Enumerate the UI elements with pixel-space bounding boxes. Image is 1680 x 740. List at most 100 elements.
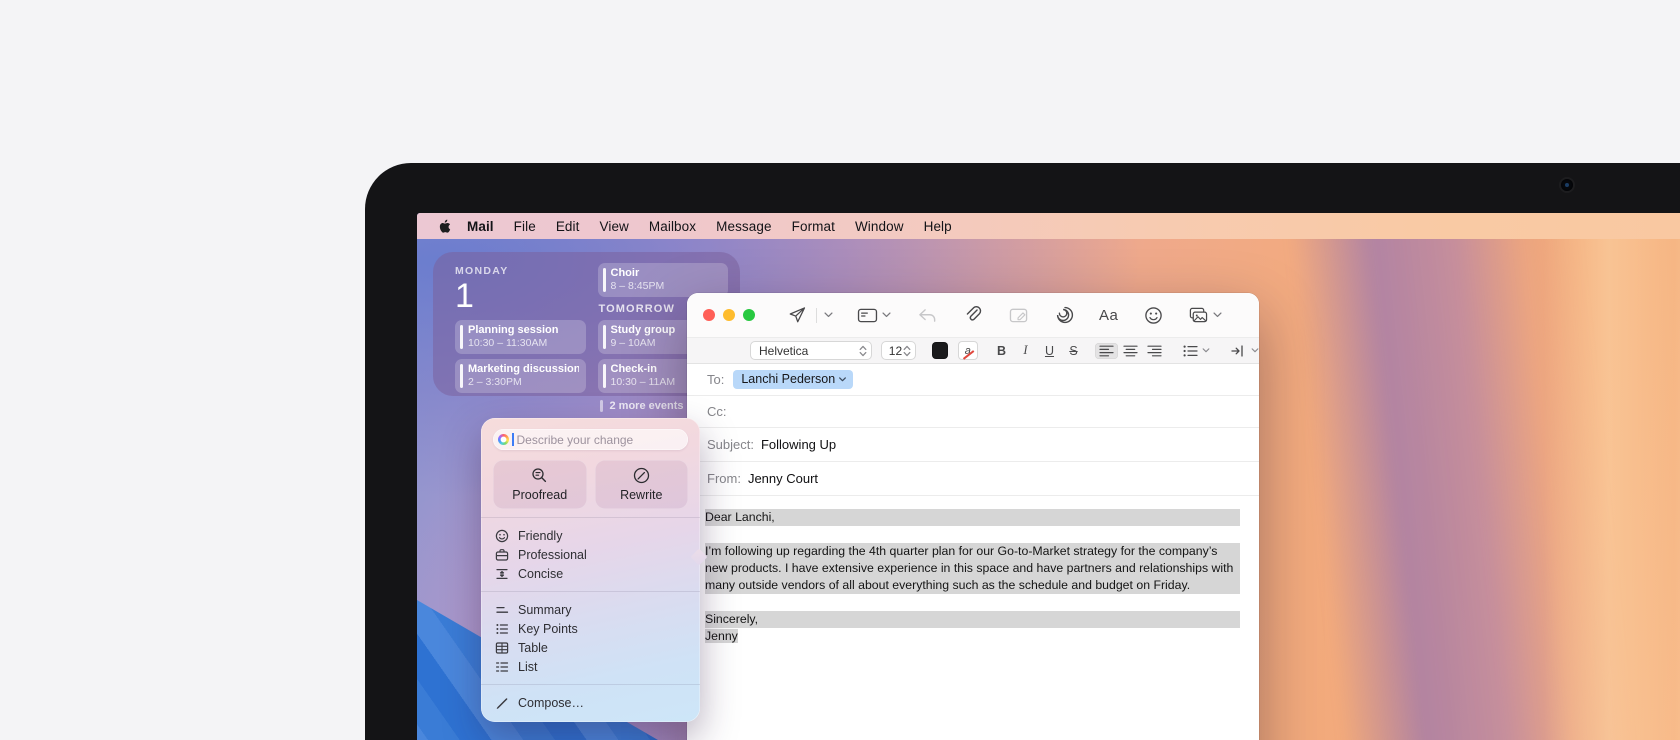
subject-value: Following Up xyxy=(761,437,836,452)
reply-button xyxy=(917,307,937,324)
paperclip-icon xyxy=(964,305,982,325)
to-label: To: xyxy=(707,372,724,387)
compose-pencil-icon xyxy=(495,696,509,710)
item-label: Professional xyxy=(518,548,587,562)
body-signature: Jenny xyxy=(705,629,738,643)
align-center-icon xyxy=(1123,345,1138,357)
header-fields-button[interactable] xyxy=(857,307,891,324)
page-background: Mail File Edit View Mailbox Message Form… xyxy=(0,0,1680,740)
format-button[interactable]: Aa xyxy=(1099,307,1118,324)
describe-change-field[interactable] xyxy=(493,429,688,450)
attach-button[interactable] xyxy=(964,305,982,325)
cc-field-row[interactable]: Cc: xyxy=(687,396,1259,428)
strikethrough-button[interactable]: S xyxy=(1066,344,1081,358)
transform-list-item[interactable]: List xyxy=(493,657,688,676)
close-button[interactable] xyxy=(703,309,715,321)
rewrite-pencil-icon xyxy=(633,467,650,484)
emoji-smiley-icon xyxy=(1144,306,1163,325)
compose-item[interactable]: Compose… xyxy=(493,693,688,712)
background-color-well[interactable]: a xyxy=(958,341,978,360)
align-left-button[interactable] xyxy=(1095,343,1118,359)
menu-message[interactable]: Message xyxy=(706,219,781,234)
recipient-token[interactable]: Lanchi Pederson xyxy=(733,370,853,389)
menu-file[interactable]: File xyxy=(504,219,546,234)
tone-professional-item[interactable]: Professional xyxy=(493,545,688,564)
proofread-label: Proofread xyxy=(512,488,567,502)
text-color-well[interactable] xyxy=(932,342,948,359)
format-bar: Helvetica 12 a B I U S xyxy=(687,337,1259,364)
popup-separator xyxy=(481,591,700,592)
event-title: Planning session xyxy=(468,324,579,337)
message-body[interactable]: Dear Lanchi, I’m following up regarding … xyxy=(687,496,1259,645)
chevron-down-icon xyxy=(1202,348,1210,353)
font-size-stepper[interactable]: 12 xyxy=(881,341,916,360)
menu-mailbox[interactable]: Mailbox xyxy=(639,219,706,234)
align-right-button[interactable] xyxy=(1143,343,1166,359)
item-label: Compose… xyxy=(518,696,584,710)
minimize-button[interactable] xyxy=(723,309,735,321)
stepper-icon xyxy=(903,345,911,357)
list-style-button[interactable] xyxy=(1183,345,1210,357)
writing-tools-button[interactable] xyxy=(1055,305,1075,325)
menu-view[interactable]: View xyxy=(589,219,638,234)
emoji-button[interactable] xyxy=(1144,306,1163,325)
bold-button[interactable]: B xyxy=(994,344,1009,358)
event-title: Marketing discussion xyxy=(468,363,579,376)
markup-icon xyxy=(1009,306,1029,324)
chevron-down-icon xyxy=(1213,312,1222,318)
menu-window[interactable]: Window xyxy=(845,219,914,234)
indent-button[interactable] xyxy=(1231,345,1259,357)
body-blank-line xyxy=(705,594,1240,611)
item-label: Friendly xyxy=(518,529,562,543)
event-time: 10:30 – 11:30AM xyxy=(468,337,579,349)
italic-button[interactable]: I xyxy=(1018,343,1033,358)
camera-dot xyxy=(1561,179,1573,191)
apple-intelligence-icon xyxy=(1055,305,1075,325)
apple-menu[interactable] xyxy=(438,219,451,234)
proofread-magnifier-icon xyxy=(531,467,548,484)
body-closing: Sincerely, xyxy=(705,611,1240,628)
menu-mail[interactable]: Mail xyxy=(457,219,504,234)
chevron-down-icon xyxy=(882,312,891,318)
popup-separator xyxy=(481,517,700,518)
alignment-group xyxy=(1095,343,1166,359)
tone-friendly-item[interactable]: Friendly xyxy=(493,526,688,545)
photo-browser-button[interactable] xyxy=(1187,306,1222,325)
transform-table-item[interactable]: Table xyxy=(493,638,688,657)
chevron-down-icon xyxy=(1251,348,1259,353)
menu-edit[interactable]: Edit xyxy=(546,219,590,234)
subject-field-row[interactable]: Subject: Following Up xyxy=(687,428,1259,462)
font-family-select[interactable]: Helvetica xyxy=(750,341,872,360)
send-button[interactable] xyxy=(787,305,807,325)
transform-summary-item[interactable]: Summary xyxy=(493,600,688,619)
chevron-down-icon xyxy=(839,377,846,382)
table-icon xyxy=(495,641,509,655)
zoom-button[interactable] xyxy=(743,309,755,321)
menu-format[interactable]: Format xyxy=(782,219,845,234)
align-center-button[interactable] xyxy=(1119,343,1142,359)
send-options-chevron[interactable] xyxy=(824,312,833,318)
writing-tools-popup: Proofread Rewrite Friendly Professional … xyxy=(481,418,700,722)
photos-icon xyxy=(1187,306,1209,325)
reply-arrow-icon xyxy=(917,307,937,324)
transform-key-points-item[interactable]: Key Points xyxy=(493,619,688,638)
rewrite-button[interactable]: Rewrite xyxy=(595,460,689,509)
subject-label: Subject: xyxy=(707,437,754,452)
tone-concise-item[interactable]: Concise xyxy=(493,564,688,583)
from-field-row[interactable]: From: Jenny Court xyxy=(687,462,1259,496)
calendar-event[interactable]: Choir 8 – 8:45PM xyxy=(598,263,729,297)
underline-button[interactable]: U xyxy=(1042,344,1057,358)
indent-icon xyxy=(1231,345,1247,357)
proofread-button[interactable]: Proofread xyxy=(493,460,587,509)
event-time: 8 – 8:45PM xyxy=(611,280,722,292)
stepper-icon xyxy=(859,345,867,357)
body-greeting: Dear Lanchi, xyxy=(705,509,1240,526)
calendar-event[interactable]: Marketing discussion 2 – 3:30PM xyxy=(455,359,586,393)
calendar-event[interactable]: Planning session 10:30 – 11:30AM xyxy=(455,320,586,354)
item-label: Summary xyxy=(518,603,571,617)
item-label: Concise xyxy=(518,567,563,581)
menu-help[interactable]: Help xyxy=(914,219,962,234)
key-points-icon xyxy=(495,622,509,636)
to-field-row[interactable]: To: Lanchi Pederson xyxy=(687,364,1259,396)
describe-change-input[interactable] xyxy=(517,433,667,447)
